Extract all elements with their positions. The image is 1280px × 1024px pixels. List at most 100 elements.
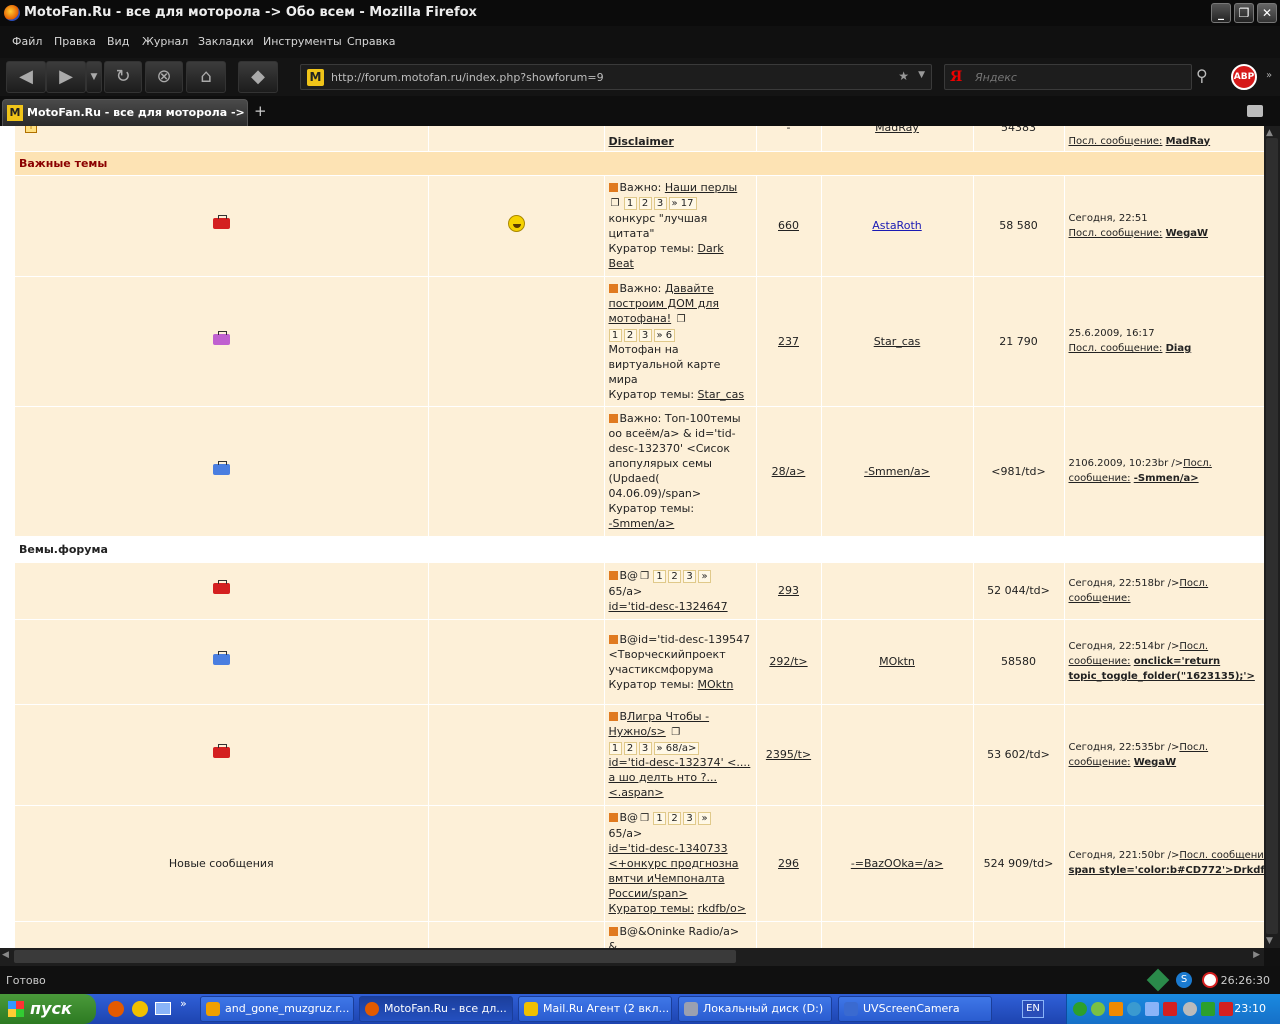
adblock-button[interactable]: ABP	[1231, 64, 1257, 90]
quicklaunch-overflow-icon[interactable]: »	[180, 997, 187, 1010]
replies-link[interactable]: 660	[778, 219, 799, 232]
quicklaunch-firefox-icon[interactable]	[108, 1001, 124, 1017]
taskbar-button[interactable]: UVScreenCamera	[838, 996, 992, 1022]
close-button[interactable]: ✕	[1257, 3, 1277, 23]
last-post-user[interactable]: MadRay	[1166, 136, 1211, 147]
page-link[interactable]: 2	[623, 742, 637, 755]
last-post-user[interactable]: WegaW	[1166, 228, 1208, 239]
addon-status-icon[interactable]	[1146, 968, 1170, 992]
page-link[interactable]: 1	[608, 328, 622, 342]
hscroll-thumb[interactable]	[14, 950, 736, 963]
page-link[interactable]: 3	[653, 197, 667, 210]
curator-link[interactable]: -Smmen/a>	[609, 517, 675, 530]
topic-desc-link[interactable]: id='tid-desc-1340733 <+онкурс продгнозна…	[609, 842, 739, 900]
replies-link[interactable]: 296	[778, 857, 799, 870]
last-post-link[interactable]: Посл. сообщение:	[1069, 136, 1163, 147]
skype-icon[interactable]: S	[1176, 972, 1192, 988]
replies-link[interactable]: 2395/t>	[766, 748, 811, 761]
quicklaunch-agent-icon[interactable]	[132, 1001, 148, 1017]
menu-view[interactable]: Вид	[107, 35, 129, 48]
page-link[interactable]: »	[698, 812, 712, 825]
page-link[interactable]: 2	[668, 812, 682, 825]
last-post-user[interactable]: span style='color:b#CD772'>Drkdfb/o	[1069, 865, 1264, 876]
menu-edit[interactable]: Правка	[54, 35, 96, 48]
url-text[interactable]: http://forum.motofan.ru/index.php?showfo…	[331, 71, 604, 84]
taskbar-button[interactable]: and_gone_muzgruz.r...	[200, 996, 354, 1022]
tray-icon[interactable]	[1073, 1002, 1087, 1016]
replies-link[interactable]: 28/a>	[772, 465, 806, 478]
last-post-link[interactable]: Посл. сообщение:	[1069, 343, 1163, 354]
curator-link[interactable]: Star_cas	[698, 388, 745, 401]
start-button[interactable]: пуск	[0, 994, 96, 1024]
arrow-up-icon[interactable]: ↑	[25, 126, 37, 133]
address-bar[interactable]: M http://forum.motofan.ru/index.php?show…	[300, 64, 932, 90]
toolbar-overflow-icon[interactable]: »	[1266, 70, 1272, 81]
history-dropdown-button[interactable]: ▼	[86, 61, 102, 93]
topic-desc-link[interactable]: id='tid-desc-132374' <.... а шо делть нт…	[609, 756, 751, 799]
search-input[interactable]	[975, 68, 1185, 86]
taskbar-button[interactable]: Локальный диск (D:)	[678, 996, 832, 1022]
curator-link[interactable]: rkdfb/o>	[698, 902, 746, 915]
reload-button[interactable]: ↻	[104, 61, 142, 93]
topic-title-link[interactable]: Наши перлы	[665, 181, 737, 194]
tray-icon[interactable]	[1219, 1002, 1233, 1016]
author-link[interactable]: MOktn	[879, 655, 915, 668]
scroll-left-icon[interactable]: ◀	[2, 950, 9, 960]
maximize-button[interactable]: ❐	[1234, 3, 1254, 23]
menu-bookmarks[interactable]: Закладки	[198, 35, 254, 48]
page-link[interactable]: » 6	[653, 328, 676, 342]
show-desktop-icon[interactable]	[155, 1002, 171, 1015]
minimize-button[interactable]: _	[1211, 3, 1231, 23]
page-link[interactable]: » 68/a>	[653, 742, 700, 755]
timer-icon[interactable]	[1202, 972, 1218, 988]
language-indicator[interactable]: EN	[1022, 1000, 1044, 1018]
tab-motofan[interactable]: M MotoFan.Ru - все для моторола -> ...	[2, 99, 248, 145]
page-link[interactable]: 3	[638, 328, 652, 342]
tab-list-icon[interactable]	[1247, 105, 1263, 117]
last-post-link[interactable]: Посл. сообщение:	[1069, 228, 1163, 239]
menu-file[interactable]: Файл	[12, 35, 42, 48]
author-link[interactable]: Star_cas	[874, 335, 921, 348]
page-link[interactable]: 2	[623, 328, 637, 342]
last-post-user[interactable]: Diag	[1166, 343, 1192, 354]
tray-icon[interactable]	[1163, 1002, 1177, 1016]
addon-button[interactable]: ◆	[238, 61, 278, 93]
search-icon[interactable]: ⚲	[1196, 66, 1208, 85]
url-dropdown-icon[interactable]: ▼	[918, 70, 925, 80]
search-bar[interactable]: Я	[944, 64, 1192, 90]
page-link[interactable]: »	[698, 569, 712, 583]
tray-icon[interactable]	[1109, 1002, 1123, 1016]
taskbar-button-active[interactable]: MotoFan.Ru - все дл...	[359, 996, 513, 1022]
last-post-user[interactable]: -Smmen/a>	[1134, 473, 1199, 484]
yandex-icon[interactable]: Я	[950, 69, 962, 85]
tray-icon[interactable]	[1183, 1002, 1197, 1016]
replies-link[interactable]: 293	[778, 584, 799, 597]
author-link[interactable]: AstaRoth	[872, 219, 921, 232]
page-link[interactable]: 1	[608, 742, 622, 755]
menu-history[interactable]: Журнал	[142, 35, 188, 48]
tray-icon[interactable]	[1145, 1002, 1159, 1016]
scroll-down-icon[interactable]: ▼	[1266, 936, 1273, 946]
last-post-link[interactable]: Посл. сообщение:	[1179, 850, 1263, 861]
curator-label-link[interactable]: Куратор темы:	[609, 902, 695, 915]
taskbar-button[interactable]: Mail.Ru Агент (2 вкл...	[518, 996, 672, 1022]
topic-title-link[interactable]: id='tid-desc-1324647	[609, 600, 728, 613]
author-link[interactable]: -=BazOOka=/a>	[851, 857, 943, 870]
replies-link[interactable]: 292/t>	[769, 655, 807, 668]
page-link[interactable]: 3	[638, 742, 652, 755]
forward-button[interactable]: ▶	[46, 61, 86, 93]
tray-icon[interactable]	[1201, 1002, 1215, 1016]
topic-title-link[interactable]: Disclaimer	[609, 135, 674, 148]
curator-link[interactable]: MOktn	[698, 678, 734, 691]
scroll-thumb[interactable]	[1266, 138, 1278, 934]
menu-help[interactable]: Справка	[347, 35, 395, 48]
back-button[interactable]: ◀	[6, 61, 46, 93]
new-tab-button[interactable]: +	[254, 102, 267, 120]
tray-icon[interactable]	[1127, 1002, 1141, 1016]
author-link[interactable]: MadRay	[875, 126, 919, 134]
page-link[interactable]: 1	[653, 569, 667, 583]
stop-button[interactable]: ⊗	[145, 61, 183, 93]
menu-tools[interactable]: Инструменты	[263, 35, 342, 48]
scroll-right-icon[interactable]: ▶	[1253, 950, 1260, 960]
home-button[interactable]: ⌂	[186, 61, 226, 93]
